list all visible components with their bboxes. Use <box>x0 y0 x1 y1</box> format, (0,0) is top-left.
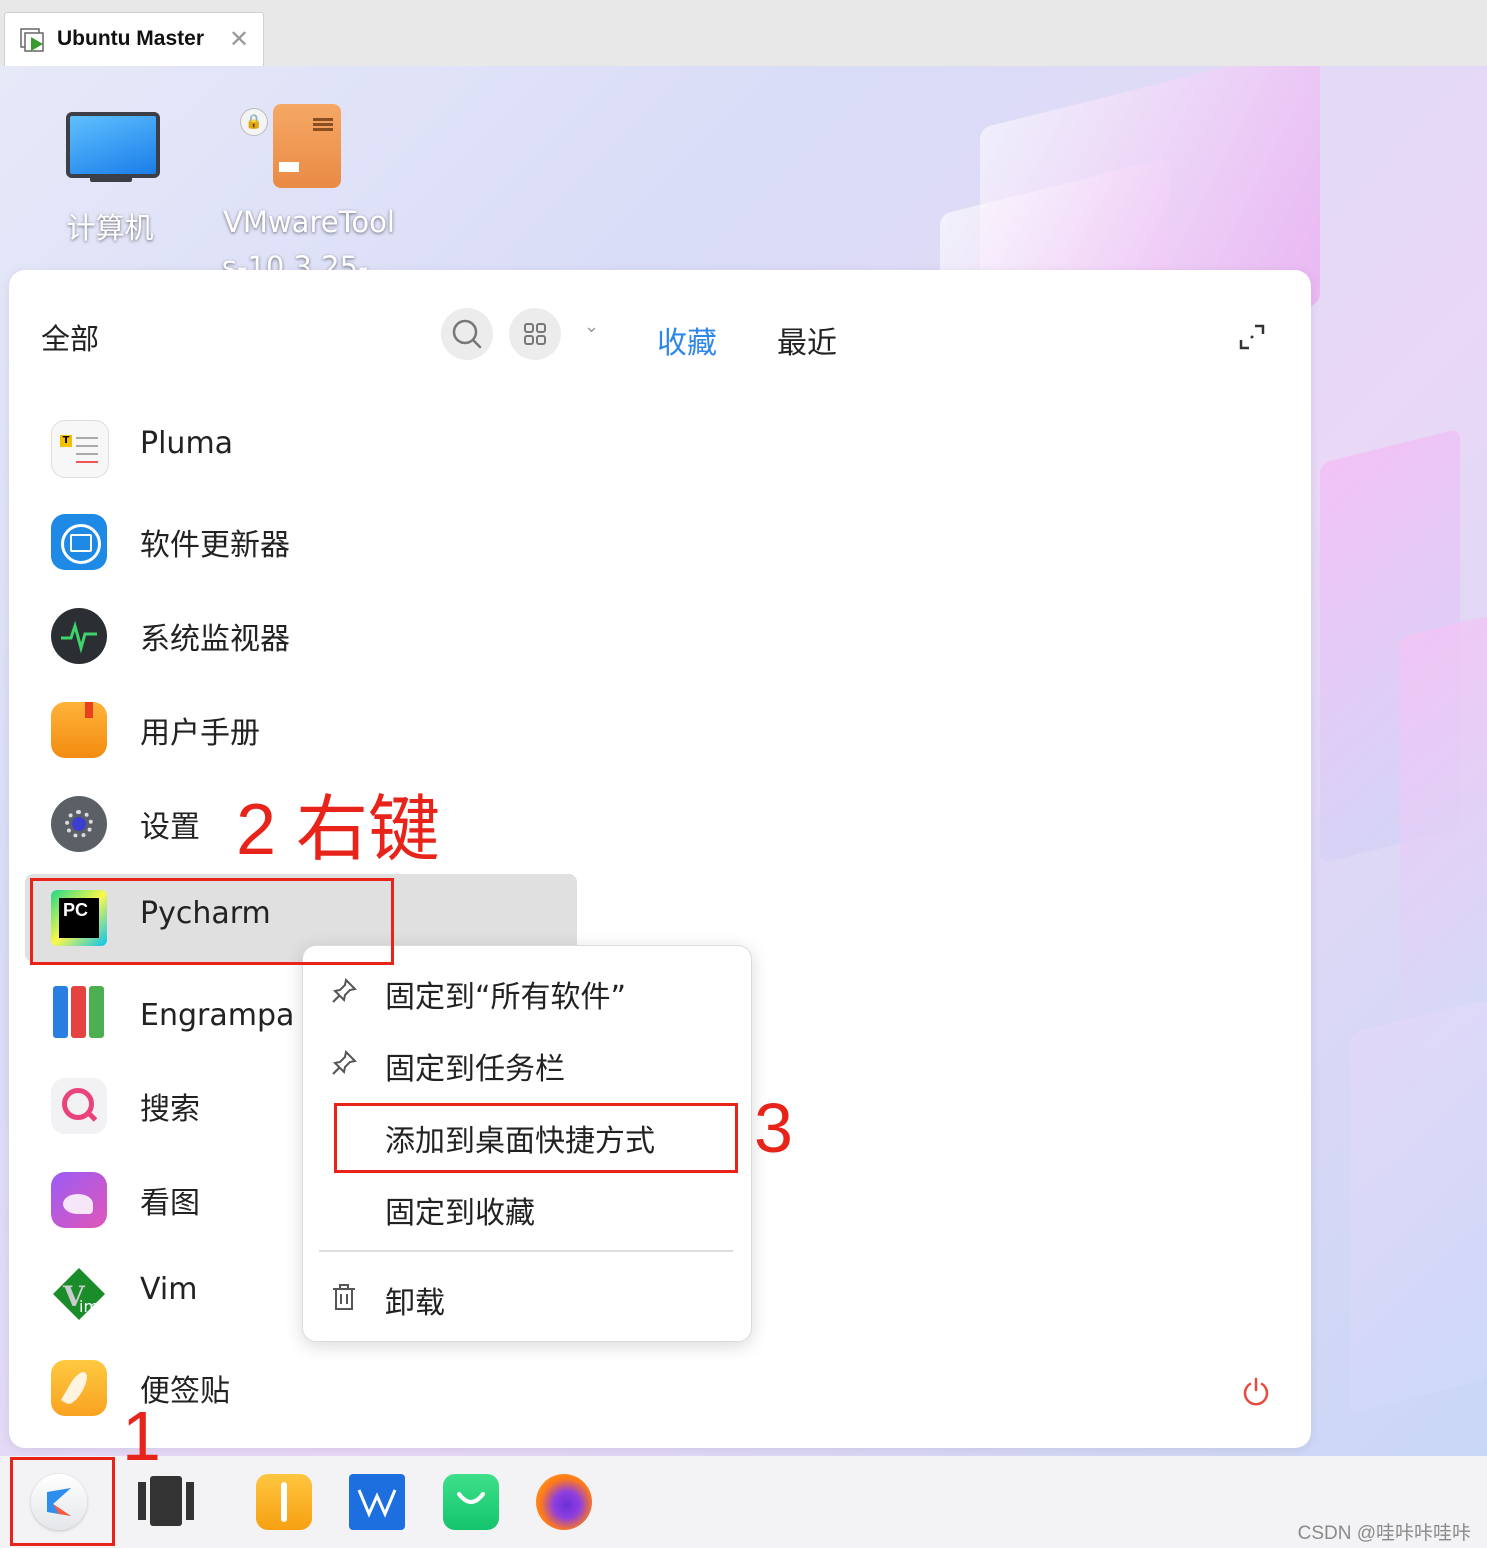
app-item-system-monitor[interactable]: 系统监视器 <box>25 592 577 680</box>
package-icon <box>273 104 341 188</box>
svg-text:im: im <box>79 1297 99 1316</box>
annotation-box-start <box>10 1457 115 1546</box>
app-label: 软件更新器 <box>140 528 290 563</box>
settings-icon <box>51 796 107 852</box>
file-manager-icon[interactable] <box>256 1474 312 1530</box>
app-label: 搜索 <box>140 1092 200 1127</box>
image-viewer-icon <box>51 1172 107 1228</box>
ctx-uninstall[interactable]: 卸载 <box>303 1266 751 1330</box>
firefox-icon[interactable] <box>536 1474 592 1530</box>
vm-tab[interactable]: Ubuntu Master ✕ <box>4 12 264 67</box>
desktop-icon-label: VMwareTool <box>223 205 395 239</box>
desktop-icon-label-cut: s-10.3.25-... <box>221 250 397 270</box>
tab-favorites[interactable]: 收藏 <box>657 318 717 362</box>
ctx-label: 卸载 <box>385 1286 445 1321</box>
app-item-software-updater[interactable]: 软件更新器 <box>25 498 577 586</box>
search-icon <box>452 319 482 349</box>
ctx-label: 固定到“所有软件” <box>385 980 627 1015</box>
search-app-icon <box>51 1078 107 1134</box>
lock-icon: 🔒 <box>240 108 268 136</box>
power-icon[interactable] <box>1241 1376 1271 1406</box>
vm-tab-bar: Ubuntu Master ✕ <box>0 0 1487 67</box>
app-label: 设置 <box>140 810 200 845</box>
taskbar: CSDN @哇咔咔哇咔 <box>0 1456 1487 1548</box>
software-updater-icon <box>51 514 107 570</box>
vm-tab-title: Ubuntu Master <box>57 27 204 50</box>
system-monitor-icon <box>51 608 107 664</box>
view-mode-button[interactable] <box>509 308 561 360</box>
app-label: Vim <box>140 1272 198 1307</box>
ctx-separator <box>319 1250 733 1252</box>
annotation-step3: 3 <box>754 1089 793 1167</box>
pin-icon <box>332 977 358 1003</box>
tab-recent[interactable]: 最近 <box>777 318 837 362</box>
app-item-pluma[interactable]: T Pluma <box>25 404 577 492</box>
category-label[interactable]: 全部 <box>41 316 99 358</box>
pin-icon <box>332 1049 358 1075</box>
ctx-label: 固定到任务栏 <box>385 1052 565 1087</box>
app-item-user-manual[interactable]: 用户手册 <box>25 686 577 774</box>
user-manual-icon <box>51 702 107 758</box>
wps-icon[interactable] <box>349 1474 405 1530</box>
search-button[interactable] <box>441 308 493 360</box>
annotation-step2: 2 右键 <box>236 790 441 870</box>
expand-icon[interactable] <box>1237 322 1267 352</box>
ctx-pin-taskbar[interactable]: 固定到任务栏 <box>303 1032 751 1096</box>
app-label: 用户手册 <box>140 716 260 751</box>
app-item-notes[interactable]: 便签贴 <box>25 1344 577 1432</box>
chevron-down-icon[interactable]: ⌄ <box>584 316 599 337</box>
desktop-icon-label: 计算机 <box>66 211 154 245</box>
software-store-icon[interactable] <box>443 1474 499 1530</box>
engrampa-icon <box>51 984 107 1040</box>
computer-icon <box>66 112 160 178</box>
app-label: 系统监视器 <box>140 622 290 657</box>
trash-icon <box>333 1284 355 1310</box>
multitask-view-icon[interactable] <box>138 1474 194 1530</box>
annotation-box-pycharm <box>30 878 394 965</box>
app-label: Pluma <box>140 426 234 461</box>
annotation-step1: 1 <box>122 1397 161 1475</box>
vim-icon: V im <box>51 1266 107 1322</box>
watermark: CSDN @哇咔咔哇咔 <box>1297 1523 1471 1544</box>
ctx-pin-all-software[interactable]: 固定到“所有软件” <box>303 960 751 1024</box>
notes-icon <box>51 1360 107 1416</box>
app-label: 看图 <box>140 1186 200 1221</box>
pluma-icon: T <box>51 420 109 478</box>
close-icon[interactable]: ✕ <box>229 25 249 53</box>
ctx-label: 固定到收藏 <box>385 1196 535 1231</box>
annotation-box-shortcut <box>334 1103 738 1173</box>
grid-icon <box>524 323 546 345</box>
ctx-pin-favorites[interactable]: 固定到收藏 <box>303 1176 751 1240</box>
vm-icon <box>20 28 44 52</box>
